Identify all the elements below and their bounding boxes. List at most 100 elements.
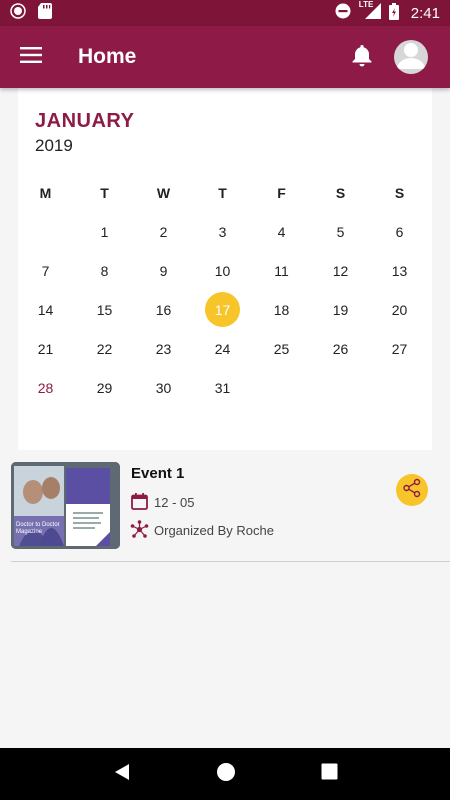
calendar-day[interactable]: 28 [16,368,75,407]
calendar-day-number: 17 [205,292,240,327]
menu-icon [20,46,42,68]
calendar-grid: M T W T F S S 1 2 3 4 5 6 7 8 9 10 11 12 13 14 15 16 17 18 19 20 21… [16,173,430,407]
home-icon[interactable] [216,762,236,787]
menu-button[interactable] [0,26,62,88]
calendar-day[interactable]: 24 [193,329,252,368]
calendar-day[interactable]: 31 [193,368,252,407]
calendar-day[interactable]: 1 [75,212,134,251]
calendar-empty-cell [370,368,429,407]
calendar-day-number: 5 [336,223,345,240]
calendar-day[interactable]: 14 [16,290,75,329]
sd-card-icon [38,2,52,24]
calendar-day[interactable]: 13 [370,251,429,290]
calendar-day[interactable]: 5 [311,212,370,251]
calendar-day[interactable]: 12 [311,251,370,290]
calendar-day[interactable]: 16 [134,290,193,329]
calendar-day-number: 31 [214,379,231,396]
event-list-item[interactable]: Doctor to Doctor Magazine Event 1 12 - 0… [0,458,450,560]
event-title: Event 1 [131,465,185,482]
calendar-day[interactable]: 15 [75,290,134,329]
record-icon [10,2,26,24]
event-thumbnail: Doctor to Doctor Magazine [11,462,120,549]
calendar-card: JANUARY 2019 M T W T F S S 1 2 3 4 5 6 7 8 9 10 11 12 13 14 1… [18,88,432,450]
calendar-day[interactable]: 2 [134,212,193,251]
calendar-day-number: 7 [41,262,50,279]
share-button[interactable] [396,474,428,506]
calendar-day-number: 21 [37,340,54,357]
calendar-day-number: 8 [100,262,109,279]
calendar-day[interactable]: 11 [252,251,311,290]
divider [11,561,450,562]
do-not-disturb-icon [335,3,351,23]
calendar-icon [131,493,148,515]
calendar-day[interactable]: 26 [311,329,370,368]
calendar-day[interactable]: 20 [370,290,429,329]
calendar-day[interactable]: 25 [252,329,311,368]
page-title: Home [78,45,137,68]
weekday-header: S [394,184,405,201]
calendar-day-number: 25 [273,340,290,357]
calendar-day[interactable]: 10 [193,251,252,290]
calendar-day[interactable]: 23 [134,329,193,368]
battery-icon [388,2,399,24]
status-bar: LTE 2:41 [0,0,450,26]
weekday-header: M [39,184,52,201]
organizer-network-icon [130,520,149,544]
calendar-day[interactable]: 9 [134,251,193,290]
calendar-day[interactable]: 27 [370,329,429,368]
calendar-month: JANUARY [35,110,135,132]
calendar-day-number: 2 [159,223,168,240]
calendar-day[interactable]: 21 [16,329,75,368]
recents-icon[interactable] [321,763,338,785]
calendar-day[interactable]: 8 [75,251,134,290]
back-icon[interactable] [113,763,131,786]
calendar-empty-cell [16,212,75,251]
calendar-day-number: 12 [332,262,349,279]
weekday-header: W [156,184,171,201]
calendar-day-number: 15 [96,301,113,318]
calendar-day-number: 13 [391,262,408,279]
calendar-day-number: 4 [277,223,286,240]
calendar-day[interactable]: 19 [311,290,370,329]
calendar-day-number: 10 [214,262,231,279]
calendar-day[interactable]: 6 [370,212,429,251]
calendar-day[interactable]: 22 [75,329,134,368]
avatar-icon [394,40,428,74]
calendar-day-number: 24 [214,340,231,357]
calendar-day[interactable]: 4 [252,212,311,251]
event-organizer: Organized By Roche [154,523,274,538]
calendar-day-number: 28 [37,379,54,396]
calendar-day[interactable]: 7 [16,251,75,290]
calendar-day-number: 27 [391,340,408,357]
calendar-empty-cell [311,368,370,407]
weekday-header: F [277,184,286,201]
calendar-day-number: 16 [155,301,172,318]
system-nav-bar [0,748,450,800]
app-bar: Home [0,26,450,88]
calendar-day[interactable]: 3 [193,212,252,251]
calendar-day-number: 23 [155,340,172,357]
network-type-label: LTE [358,0,374,9]
clock: 2:41 [410,4,440,22]
avatar[interactable] [394,40,428,74]
calendar-year: 2019 [35,136,73,155]
calendar-day[interactable]: 18 [252,290,311,329]
calendar-day-number: 3 [218,223,227,240]
calendar-day[interactable]: 29 [75,368,134,407]
calendar-day[interactable]: 30 [134,368,193,407]
calendar-day-number: 14 [37,301,54,318]
calendar-day[interactable]: 17 [193,290,252,329]
weekday-header: S [335,184,346,201]
calendar-empty-cell [252,368,311,407]
weekday-header: T [218,184,227,201]
event-thumbnail-caption: Doctor to Doctor Magazine [16,522,60,535]
notifications-button[interactable] [340,35,384,79]
event-date: 12 - 05 [154,495,195,510]
calendar-day-number: 19 [332,301,349,318]
calendar-day-number: 11 [274,262,289,279]
calendar-day-number: 6 [395,223,404,240]
bell-icon [351,43,373,72]
calendar-day-number: 20 [391,301,408,318]
weekday-header: T [100,184,109,201]
calendar-day-number: 18 [273,301,290,318]
